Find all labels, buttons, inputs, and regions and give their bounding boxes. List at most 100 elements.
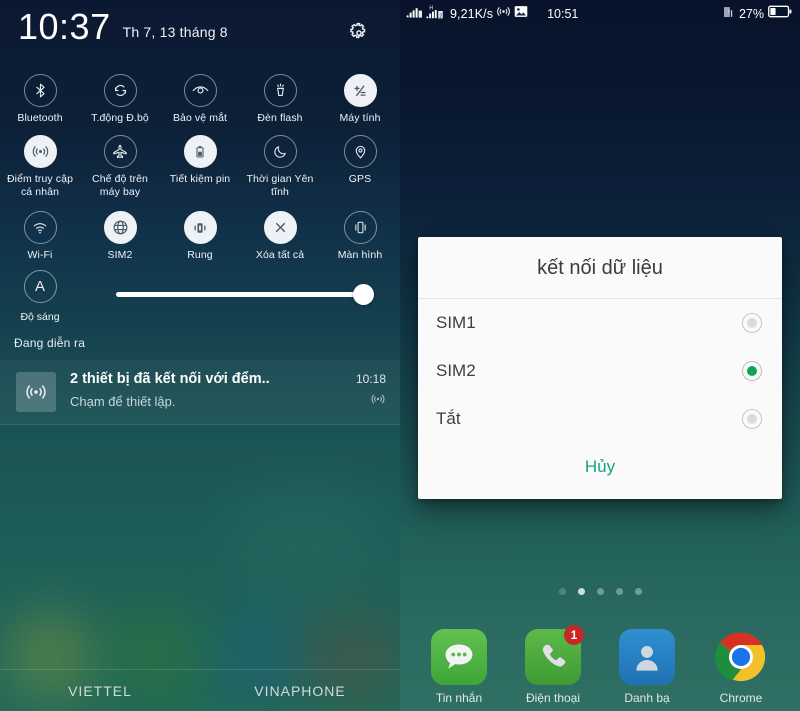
notification-item[interactable]: 2 thiết bị đã kết nối với đểm.. 10:18 Ch…: [0, 360, 400, 425]
dock-item-label: Danh bạ: [624, 691, 670, 705]
page-dot[interactable]: [634, 588, 642, 595]
auto-brightness-icon[interactable]: A: [23, 270, 57, 303]
clock-time: 10:37: [18, 6, 111, 47]
data-connection-dialog: kết nối dữ liệu SIM1 SIM2 Tắt Hủy: [418, 237, 782, 499]
cancel-button[interactable]: Hủy: [418, 443, 782, 493]
quick-tile-label: SIM2: [107, 249, 133, 261]
quick-tile-airplane[interactable]: Chế độ trên máy bay: [80, 127, 160, 201]
radio-button-sim1[interactable]: [742, 313, 762, 333]
quick-tile-quiet-time[interactable]: Thời gian Yên tĩnh: [240, 127, 320, 201]
notification-time: 10:18: [355, 372, 386, 386]
quick-tile-clear-all[interactable]: Xóa tất cả: [240, 203, 320, 262]
battery-icon: [768, 5, 792, 23]
page-dot[interactable]: [596, 588, 604, 595]
brightness-slider-track: [116, 292, 364, 297]
contacts-icon: [619, 629, 675, 685]
quick-tile-calculator[interactable]: Máy tính: [320, 66, 400, 125]
radio-button-off[interactable]: [742, 409, 762, 429]
quick-tile-wifi[interactable]: Wi-Fi: [0, 203, 80, 262]
quick-tile-auto-sync[interactable]: T.động Đ.bộ: [80, 66, 160, 125]
dialog-option-off[interactable]: Tắt: [418, 395, 782, 443]
clock-date: Th 7, 13 tháng 8: [122, 24, 228, 40]
hotspot-icon: [370, 391, 386, 412]
bluetooth-icon: [23, 74, 57, 107]
quick-tile-label: Điểm truy cập cá nhân: [6, 173, 74, 198]
dock-item-label: Chrome: [719, 691, 763, 705]
eye-icon: [183, 74, 217, 107]
page-indicator: [400, 588, 800, 595]
vibrate-icon: [183, 211, 217, 244]
dialog-option-label: Tắt: [436, 409, 461, 428]
quick-tile-label: Máy tính: [339, 112, 381, 124]
quick-tile-vibrate[interactable]: Rung: [160, 203, 240, 262]
dock: Tin nhắn 1 Điện thoại Danh bạ Chrome: [400, 625, 800, 705]
dock-item-phone[interactable]: 1 Điện thoại: [506, 625, 600, 705]
status-badge: 1: [564, 625, 584, 645]
calculator-icon: [343, 74, 377, 107]
chrome-icon: [713, 629, 769, 685]
dock-item-label: Tin nhắn: [435, 691, 483, 705]
dialog-option-label: SIM2: [436, 361, 476, 380]
brightness-label: Độ sáng: [20, 311, 60, 323]
quick-tile-bluetooth[interactable]: Bluetooth: [0, 66, 80, 125]
location-pin-icon: [343, 135, 377, 168]
dual-screenshot-comparison: 10:37 Th 7, 13 tháng 8 Bluetooth T.động …: [0, 0, 800, 711]
carrier-label-sim2: VINAPHONE: [254, 682, 346, 699]
quick-tile-sim2-data[interactable]: SIM2: [80, 203, 160, 262]
svg-text:H: H: [429, 5, 433, 11]
quick-tile-eye-protect[interactable]: Bảo vệ mắt: [160, 66, 240, 125]
rotate-screen-icon: [343, 211, 377, 244]
messages-icon: [431, 629, 487, 685]
quick-tile-label: T.động Đ.bộ: [91, 112, 149, 124]
home-screen-panel: H 2 9,21K/s 10:51 27% kết nối dữ liệu SI…: [400, 0, 800, 711]
dock-item-chrome[interactable]: Chrome: [694, 629, 788, 705]
status-bar-clock: 10:51: [547, 7, 579, 21]
quick-tile-label: Wi-Fi: [27, 249, 53, 261]
shade-header: 10:37 Th 7, 13 tháng 8: [0, 0, 400, 58]
globe-icon: [103, 211, 137, 244]
notification-subtitle: Chạm để thiết lập.: [70, 394, 176, 409]
quick-tile-label: Thời gian Yên tĩnh: [246, 173, 314, 198]
moon-icon: [263, 135, 297, 168]
dialog-option-sim2[interactable]: SIM2: [418, 347, 782, 395]
quick-tile-label: Đèn flash: [257, 112, 303, 124]
dialog-title: kết nối dữ liệu: [418, 237, 782, 299]
quick-tile-gps[interactable]: GPS: [320, 127, 400, 201]
hotspot-icon: [496, 4, 511, 24]
quick-tile-label: Rung: [187, 249, 213, 261]
airplane-icon: [103, 135, 137, 168]
battery-icon: [183, 135, 217, 168]
dialog-option-sim1[interactable]: SIM1: [418, 299, 782, 347]
page-dot-active[interactable]: [577, 588, 585, 595]
dock-item-messages[interactable]: Tin nhắn: [412, 629, 506, 705]
quick-settings-grid: Bluetooth T.động Đ.bộ Bảo vệ mắt Đèn fla…: [0, 58, 400, 262]
quick-tile-flashlight[interactable]: Đèn flash: [240, 66, 320, 125]
sync-icon: [103, 74, 137, 107]
quick-settings-panel: 10:37 Th 7, 13 tháng 8 Bluetooth T.động …: [0, 0, 400, 711]
quick-tile-battery-saver[interactable]: Tiết kiệm pin: [160, 127, 240, 201]
quick-tile-hotspot[interactable]: Điểm truy cập cá nhân: [0, 127, 80, 201]
data-speed-label: 9,21K/s: [450, 7, 494, 21]
brightness-slider-knob[interactable]: [353, 284, 374, 305]
quick-tile-label: Tiết kiệm pin: [169, 173, 231, 185]
hotspot-icon: [23, 135, 57, 168]
close-x-icon: [263, 211, 297, 244]
page-dot[interactable]: [615, 588, 623, 595]
quick-tile-screen-rotate[interactable]: Màn hình: [320, 203, 400, 262]
dock-item-contacts[interactable]: Danh bạ: [600, 629, 694, 705]
carrier-label-sim1: VIETTEL: [68, 682, 132, 699]
brightness-slider[interactable]: [80, 280, 378, 310]
quick-tile-label: Xóa tất cả: [255, 249, 305, 261]
brightness-row: A Độ sáng: [0, 262, 400, 334]
carrier-bar: VIETTEL VINAPHONE: [0, 669, 400, 711]
page-dot[interactable]: [558, 588, 566, 595]
signal-bars-h-icon: H 2: [426, 5, 445, 24]
flashlight-icon: [263, 74, 297, 107]
gear-icon[interactable]: [344, 18, 374, 48]
quick-tile-label: Chế độ trên máy bay: [92, 173, 148, 198]
ongoing-section-label: Đang diễn ra: [14, 336, 86, 350]
quick-tile-label: GPS: [348, 173, 372, 185]
dialog-option-label: SIM1: [436, 313, 476, 332]
image-icon: [514, 5, 528, 23]
radio-button-sim2[interactable]: [742, 361, 762, 381]
